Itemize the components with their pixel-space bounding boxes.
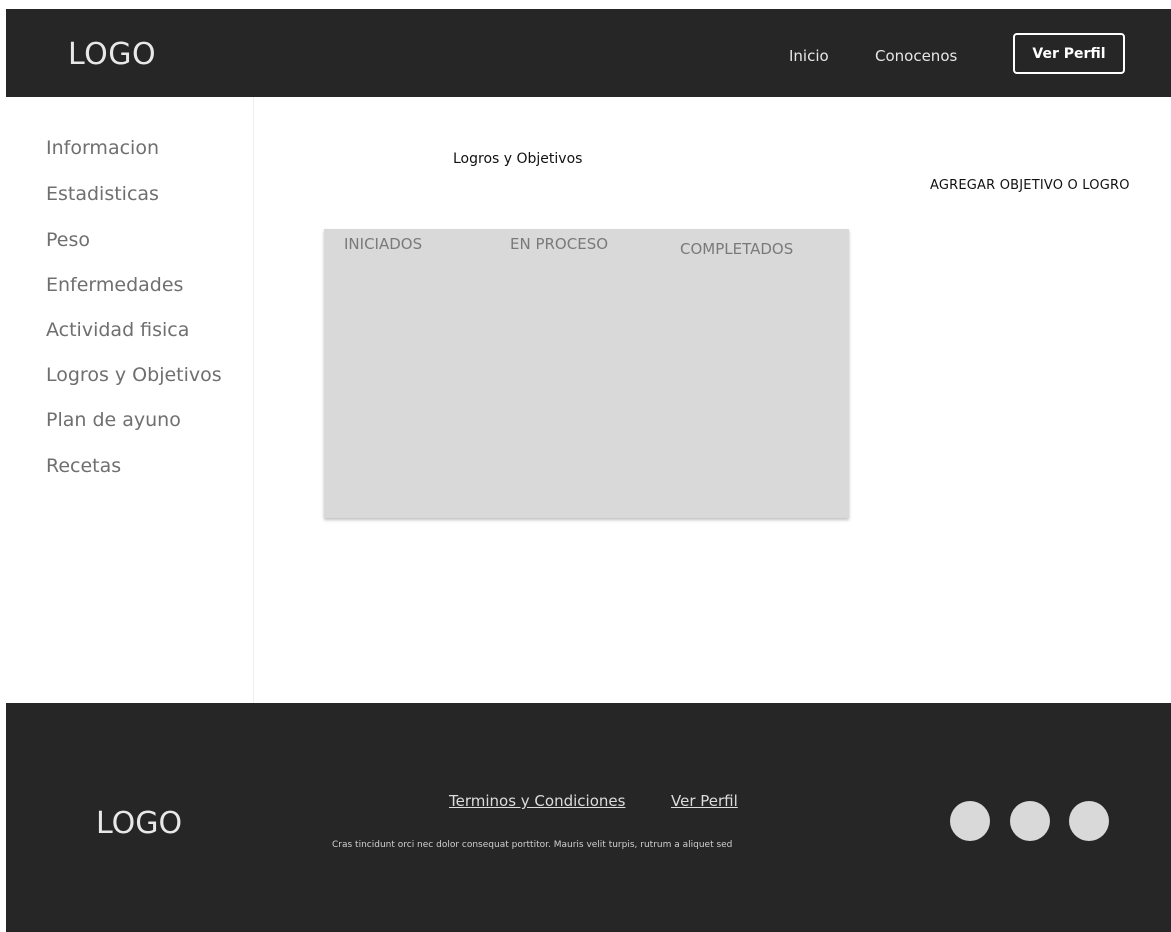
- ver-perfil-button[interactable]: Ver Perfil: [1013, 33, 1125, 74]
- sidebar-item-enfermedades[interactable]: Enfermedades: [46, 274, 183, 296]
- column-header-en-proceso: EN PROCESO: [510, 235, 609, 253]
- social-circle-icon[interactable]: [1069, 801, 1109, 841]
- add-goal-button[interactable]: AGREGAR OBJETIVO O LOGRO: [930, 178, 1130, 193]
- footer-description: Cras tincidunt orci nec dolor consequat …: [332, 840, 733, 850]
- sidebar: Informacion Estadisticas Peso Enfermedad…: [6, 97, 254, 705]
- header-bar: LOGO Inicio Conocenos Ver Perfil: [6, 9, 1171, 97]
- social-circle-icon[interactable]: [1010, 801, 1050, 841]
- social-circle-icon[interactable]: [950, 801, 990, 841]
- nav-link-conocenos[interactable]: Conocenos: [875, 47, 957, 65]
- header-logo[interactable]: LOGO: [68, 37, 156, 72]
- sidebar-item-plan-ayuno[interactable]: Plan de ayuno: [46, 409, 181, 431]
- footer-logo[interactable]: LOGO: [96, 806, 182, 841]
- sidebar-item-peso[interactable]: Peso: [46, 229, 90, 251]
- sidebar-item-informacion[interactable]: Informacion: [46, 137, 159, 159]
- nav-link-inicio[interactable]: Inicio: [789, 47, 829, 65]
- goals-board: INICIADOS EN PROCESO COMPLETADOS: [324, 229, 849, 518]
- footer-link-terms[interactable]: Terminos y Condiciones: [449, 792, 625, 810]
- footer-link-ver-perfil[interactable]: Ver Perfil: [671, 792, 738, 810]
- column-header-iniciados: INICIADOS: [344, 235, 423, 253]
- column-header-completados: COMPLETADOS: [680, 240, 794, 258]
- sidebar-item-actividad-fisica[interactable]: Actividad fisica: [46, 319, 189, 341]
- sidebar-item-recetas[interactable]: Recetas: [46, 455, 121, 477]
- sidebar-item-estadisticas[interactable]: Estadisticas: [46, 183, 159, 205]
- page-title: Logros y Objetivos: [453, 151, 583, 167]
- footer: LOGO Terminos y Condiciones Ver Perfil C…: [6, 703, 1171, 932]
- sidebar-item-logros-objetivos[interactable]: Logros y Objetivos: [46, 364, 222, 386]
